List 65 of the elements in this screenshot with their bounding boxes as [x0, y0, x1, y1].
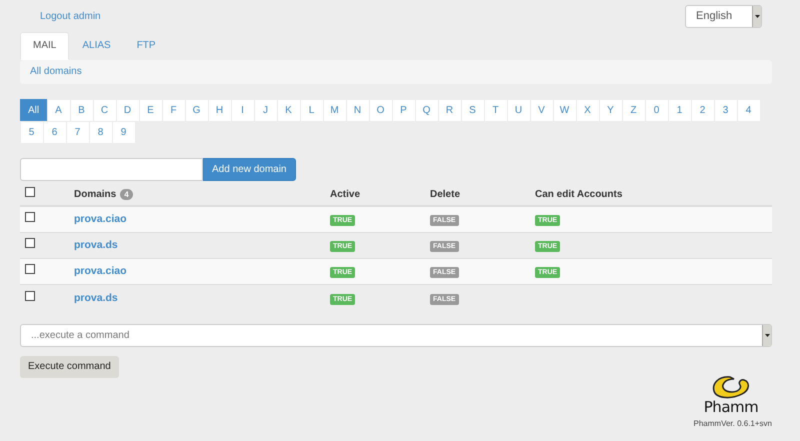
letter-filter[interactable]: 3 [714, 99, 738, 122]
letter-filter[interactable]: W [552, 99, 576, 122]
letter-filter[interactable]: C [92, 99, 116, 122]
letter-filter[interactable]: 6 [42, 121, 66, 144]
column-header: Active [330, 188, 360, 200]
letter-filter[interactable]: O [368, 99, 392, 122]
letter-filter[interactable]: V [530, 99, 554, 122]
logo-text: Phamm [704, 400, 758, 415]
checkbox[interactable] [25, 238, 35, 248]
letter-filter[interactable]: 8 [88, 121, 112, 144]
language-select[interactable]: English [685, 4, 762, 28]
letter-filter[interactable]: L [300, 99, 324, 122]
checkbox[interactable] [25, 264, 35, 274]
letter-filter[interactable]: A [46, 99, 70, 122]
letter-filter[interactable]: 7 [66, 121, 90, 144]
logout-link[interactable]: Logout admin [40, 8, 101, 24]
letter-filter[interactable]: R [438, 99, 462, 122]
domain-link[interactable]: prova.ds [74, 239, 118, 252]
domain-input[interactable] [20, 158, 203, 181]
letter-filter[interactable]: B [70, 99, 94, 122]
count-badge: 4 [120, 188, 133, 200]
domain-link[interactable]: prova.ciao [74, 213, 127, 226]
letter-filter[interactable]: J [254, 99, 278, 122]
column-header: Delete [430, 188, 460, 200]
letter-filter[interactable]: M [322, 99, 346, 122]
tab[interactable]: MAIL [20, 32, 70, 60]
domain-link[interactable]: prova.ciao [74, 265, 127, 278]
dropdown-arrow-icon [754, 14, 760, 18]
letter-filter[interactable]: F [162, 99, 186, 122]
letter-filter[interactable]: P [392, 99, 416, 122]
checkbox[interactable] [25, 186, 35, 196]
letter-filter[interactable]: 9 [112, 121, 136, 144]
letter-filter[interactable]: 5 [20, 121, 44, 144]
version-text: PhammVer. 0.6.1+svn [694, 419, 772, 429]
letter-filter[interactable]: Z [622, 99, 646, 122]
dropdown-arrow-icon [764, 334, 770, 337]
letter-filter[interactable]: I [230, 99, 254, 122]
letter-filter[interactable]: G [184, 99, 208, 122]
letter-filter[interactable]: 4 [736, 99, 760, 122]
tab[interactable]: FTP [124, 32, 169, 60]
breadcrumb-link[interactable]: All domains [30, 66, 82, 77]
letter-filter[interactable]: 0 [644, 99, 668, 122]
checkbox[interactable] [25, 290, 35, 301]
letter-filter[interactable]: H [208, 99, 232, 122]
letter-filter[interactable]: S [460, 99, 484, 122]
letter-filter[interactable]: U [506, 99, 530, 122]
letter-filter[interactable]: 1 [668, 99, 692, 122]
column-header: Domains [74, 188, 116, 200]
letter-filter[interactable]: T [484, 99, 508, 122]
tab[interactable]: ALIAS [69, 32, 124, 60]
letter-filter[interactable]: N [346, 99, 370, 122]
checkbox[interactable] [25, 212, 35, 222]
letter-filter[interactable]: Q [414, 99, 438, 122]
column-header: Can edit Accounts [535, 188, 622, 200]
domain-link[interactable]: prova.ds [74, 292, 118, 304]
letter-filter[interactable]: K [276, 99, 300, 122]
command-select[interactable]: ...execute a command [20, 324, 772, 347]
execute-button[interactable]: Execute command [20, 356, 119, 378]
letter-filter[interactable]: 2 [690, 99, 714, 122]
letter-filter[interactable]: All [20, 99, 48, 122]
letter-filter[interactable]: Y [598, 99, 622, 122]
add-domain-button[interactable]: Add new domain [203, 158, 296, 181]
letter-filter[interactable]: E [138, 99, 162, 122]
letter-filter[interactable]: D [116, 99, 140, 122]
letter-filter[interactable]: X [576, 99, 600, 122]
